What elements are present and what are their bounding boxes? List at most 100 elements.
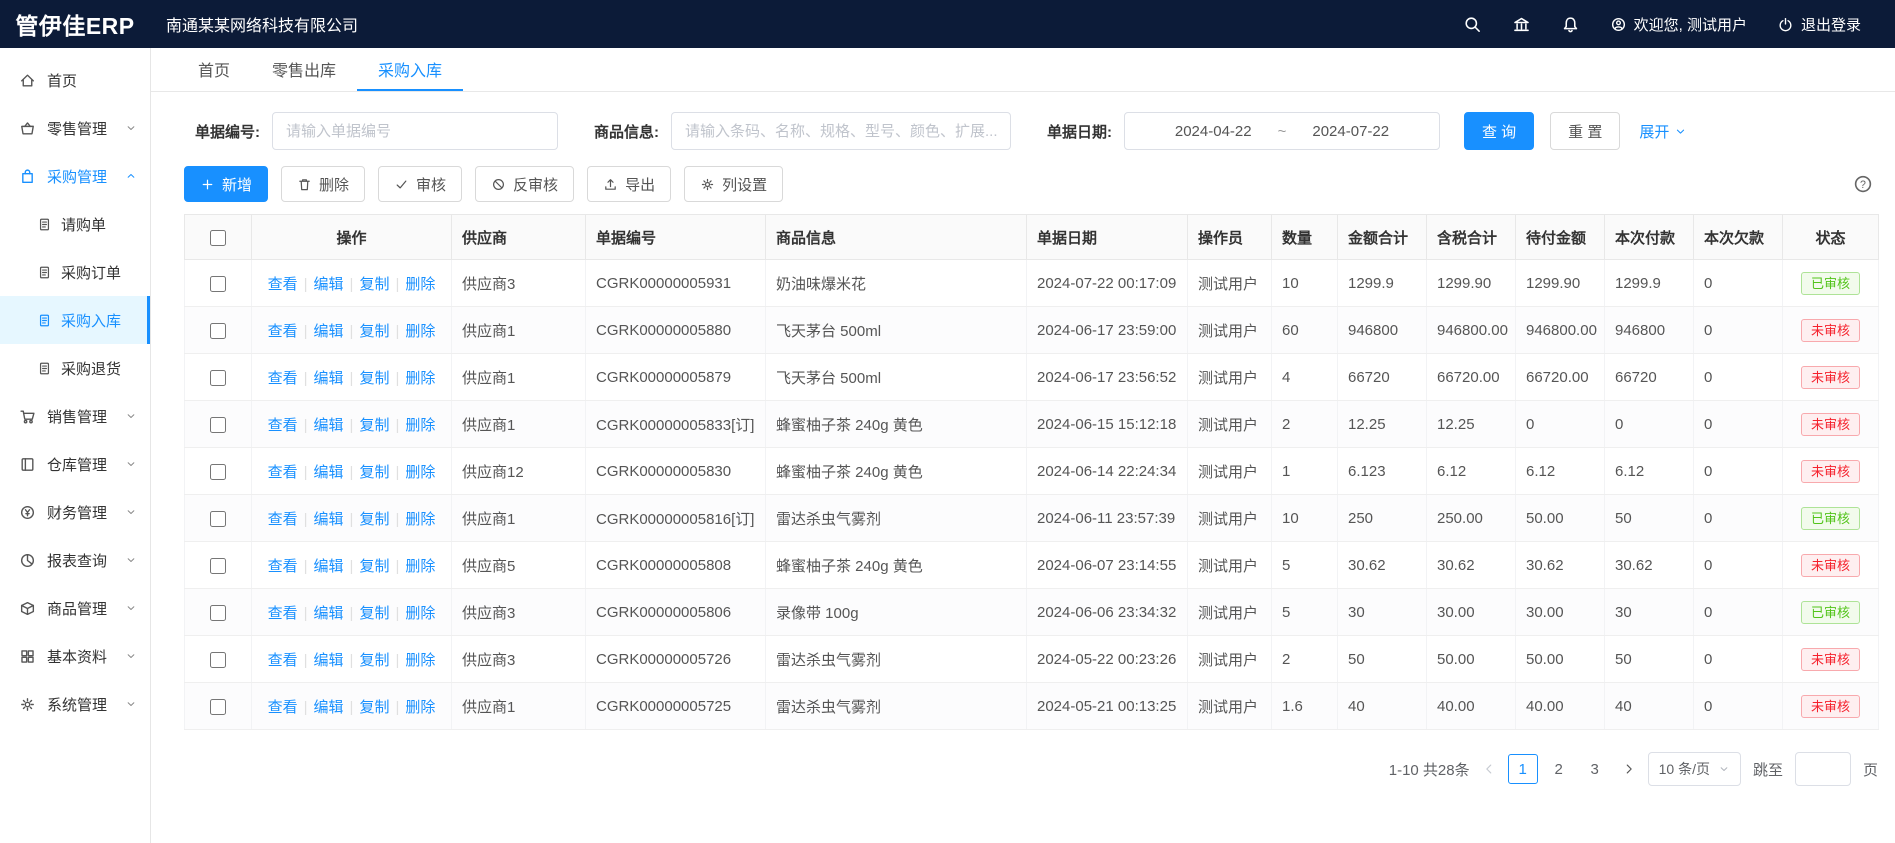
row-action-delete[interactable]: 删除 — [405, 370, 435, 387]
row-action-delete[interactable]: 删除 — [405, 417, 435, 434]
row-action-edit[interactable]: 编辑 — [314, 323, 344, 340]
row-checkbox[interactable] — [210, 464, 226, 480]
help-icon[interactable]: ? — [1853, 174, 1873, 194]
row-action-view[interactable]: 查看 — [268, 370, 298, 387]
row-action-copy[interactable]: 复制 — [359, 699, 389, 716]
tab-purchase-inbound[interactable]: 采购入库 — [357, 48, 463, 91]
row-checkbox[interactable] — [210, 699, 226, 715]
row-checkbox[interactable] — [210, 276, 226, 292]
row-action-edit[interactable]: 编辑 — [314, 511, 344, 528]
unaudit-button[interactable]: 反审核 — [475, 166, 574, 202]
sidebar-item-system[interactable]: 系统管理 — [0, 680, 150, 728]
sidebar-item-purchase-inbound[interactable]: 采购入库 — [0, 296, 150, 344]
sidebar-item-basic[interactable]: 基本资料 — [0, 632, 150, 680]
row-checkbox[interactable] — [210, 323, 226, 339]
row-action-view[interactable]: 查看 — [268, 323, 298, 340]
row-action-edit[interactable]: 编辑 — [314, 276, 344, 293]
order-no-input[interactable] — [272, 112, 558, 150]
row-action-edit[interactable]: 编辑 — [314, 417, 344, 434]
row-action-copy[interactable]: 复制 — [359, 558, 389, 575]
row-action-edit[interactable]: 编辑 — [314, 464, 344, 481]
sidebar-item-warehouse[interactable]: 仓库管理 — [0, 440, 150, 488]
prev-page-button[interactable] — [1482, 762, 1496, 776]
row-action-delete[interactable]: 删除 — [405, 699, 435, 716]
cell-status: 未审核 — [1783, 401, 1879, 448]
row-action-copy[interactable]: 复制 — [359, 276, 389, 293]
export-button[interactable]: 导出 — [587, 166, 671, 202]
bank-icon[interactable] — [1512, 15, 1531, 34]
cell-supplier: 供应商1 — [452, 683, 586, 730]
row-action-delete[interactable]: 删除 — [405, 464, 435, 481]
expand-toggle[interactable]: 展开 — [1639, 121, 1687, 142]
user-menu[interactable]: 欢迎您, 测试用户 — [1610, 14, 1747, 35]
row-action-delete[interactable]: 删除 — [405, 652, 435, 669]
row-checkbox[interactable] — [210, 511, 226, 527]
row-action-delete[interactable]: 删除 — [405, 323, 435, 340]
row-action-copy[interactable]: 复制 — [359, 464, 389, 481]
row-action-edit[interactable]: 编辑 — [314, 370, 344, 387]
row-action-delete[interactable]: 删除 — [405, 605, 435, 622]
sidebar-item-home[interactable]: 首页 — [0, 56, 150, 104]
row-checkbox[interactable] — [210, 605, 226, 621]
row-action-edit[interactable]: 编辑 — [314, 652, 344, 669]
date-range-picker[interactable]: 2024-04-22 ~ 2024-07-22 — [1124, 112, 1440, 150]
row-action-copy[interactable]: 复制 — [359, 652, 389, 669]
row-action-view[interactable]: 查看 — [268, 558, 298, 575]
date-to[interactable]: 2024-07-22 — [1312, 123, 1389, 140]
row-action-copy[interactable]: 复制 — [359, 605, 389, 622]
logout-button[interactable]: 退出登录 — [1777, 14, 1861, 35]
tab-home[interactable]: 首页 — [177, 48, 251, 91]
row-checkbox[interactable] — [210, 652, 226, 668]
row-action-view[interactable]: 查看 — [268, 652, 298, 669]
tab-retail-outbound[interactable]: 零售出库 — [251, 48, 357, 91]
row-action-delete[interactable]: 删除 — [405, 276, 435, 293]
bell-icon[interactable] — [1561, 15, 1580, 34]
sidebar-item-retail[interactable]: 零售管理 — [0, 104, 150, 152]
page-button-3[interactable]: 3 — [1580, 754, 1610, 784]
sidebar-item-purchase-request[interactable]: 请购单 — [0, 200, 150, 248]
product-info-input[interactable] — [671, 112, 1011, 150]
row-action-delete[interactable]: 删除 — [405, 511, 435, 528]
select-all-checkbox[interactable] — [210, 230, 226, 246]
search-button[interactable]: 查 询 — [1464, 112, 1534, 150]
row-action-edit[interactable]: 编辑 — [314, 605, 344, 622]
search-icon[interactable] — [1463, 15, 1482, 34]
row-action-delete[interactable]: 删除 — [405, 558, 435, 575]
sidebar-item-purchase-order[interactable]: 采购订单 — [0, 248, 150, 296]
sidebar-item-goods[interactable]: 商品管理 — [0, 584, 150, 632]
row-action-view[interactable]: 查看 — [268, 417, 298, 434]
row-checkbox[interactable] — [210, 558, 226, 574]
column-header: 数量 — [1272, 215, 1338, 260]
column-header: 商品信息 — [766, 215, 1027, 260]
sidebar-item-purchase[interactable]: 采购管理 — [0, 152, 150, 200]
next-page-button[interactable] — [1622, 762, 1636, 776]
row-checkbox[interactable] — [210, 417, 226, 433]
row-action-view[interactable]: 查看 — [268, 464, 298, 481]
jump-page-input[interactable] — [1795, 752, 1851, 786]
columns-button[interactable]: 列设置 — [684, 166, 783, 202]
page-size-select[interactable]: 10 条/页 — [1648, 752, 1741, 786]
row-action-copy[interactable]: 复制 — [359, 370, 389, 387]
sidebar-item-finance[interactable]: 财务管理 — [0, 488, 150, 536]
sidebar-item-purchase-return[interactable]: 采购退货 — [0, 344, 150, 392]
row-checkbox[interactable] — [210, 370, 226, 386]
audit-button[interactable]: 审核 — [378, 166, 462, 202]
row-action-copy[interactable]: 复制 — [359, 323, 389, 340]
button-label: 审核 — [416, 174, 446, 195]
sidebar-item-reports[interactable]: 报表查询 — [0, 536, 150, 584]
row-action-view[interactable]: 查看 — [268, 605, 298, 622]
page-button-2[interactable]: 2 — [1544, 754, 1574, 784]
row-action-view[interactable]: 查看 — [268, 699, 298, 716]
row-action-copy[interactable]: 复制 — [359, 417, 389, 434]
reset-button[interactable]: 重 置 — [1550, 112, 1620, 150]
add-button[interactable]: 新增 — [184, 166, 268, 202]
page-button-1[interactable]: 1 — [1508, 754, 1538, 784]
row-action-view[interactable]: 查看 — [268, 511, 298, 528]
row-action-view[interactable]: 查看 — [268, 276, 298, 293]
delete-button[interactable]: 删除 — [281, 166, 365, 202]
row-action-edit[interactable]: 编辑 — [314, 699, 344, 716]
sidebar-item-sales[interactable]: 销售管理 — [0, 392, 150, 440]
row-action-edit[interactable]: 编辑 — [314, 558, 344, 575]
date-from[interactable]: 2024-04-22 — [1175, 123, 1252, 140]
row-action-copy[interactable]: 复制 — [359, 511, 389, 528]
